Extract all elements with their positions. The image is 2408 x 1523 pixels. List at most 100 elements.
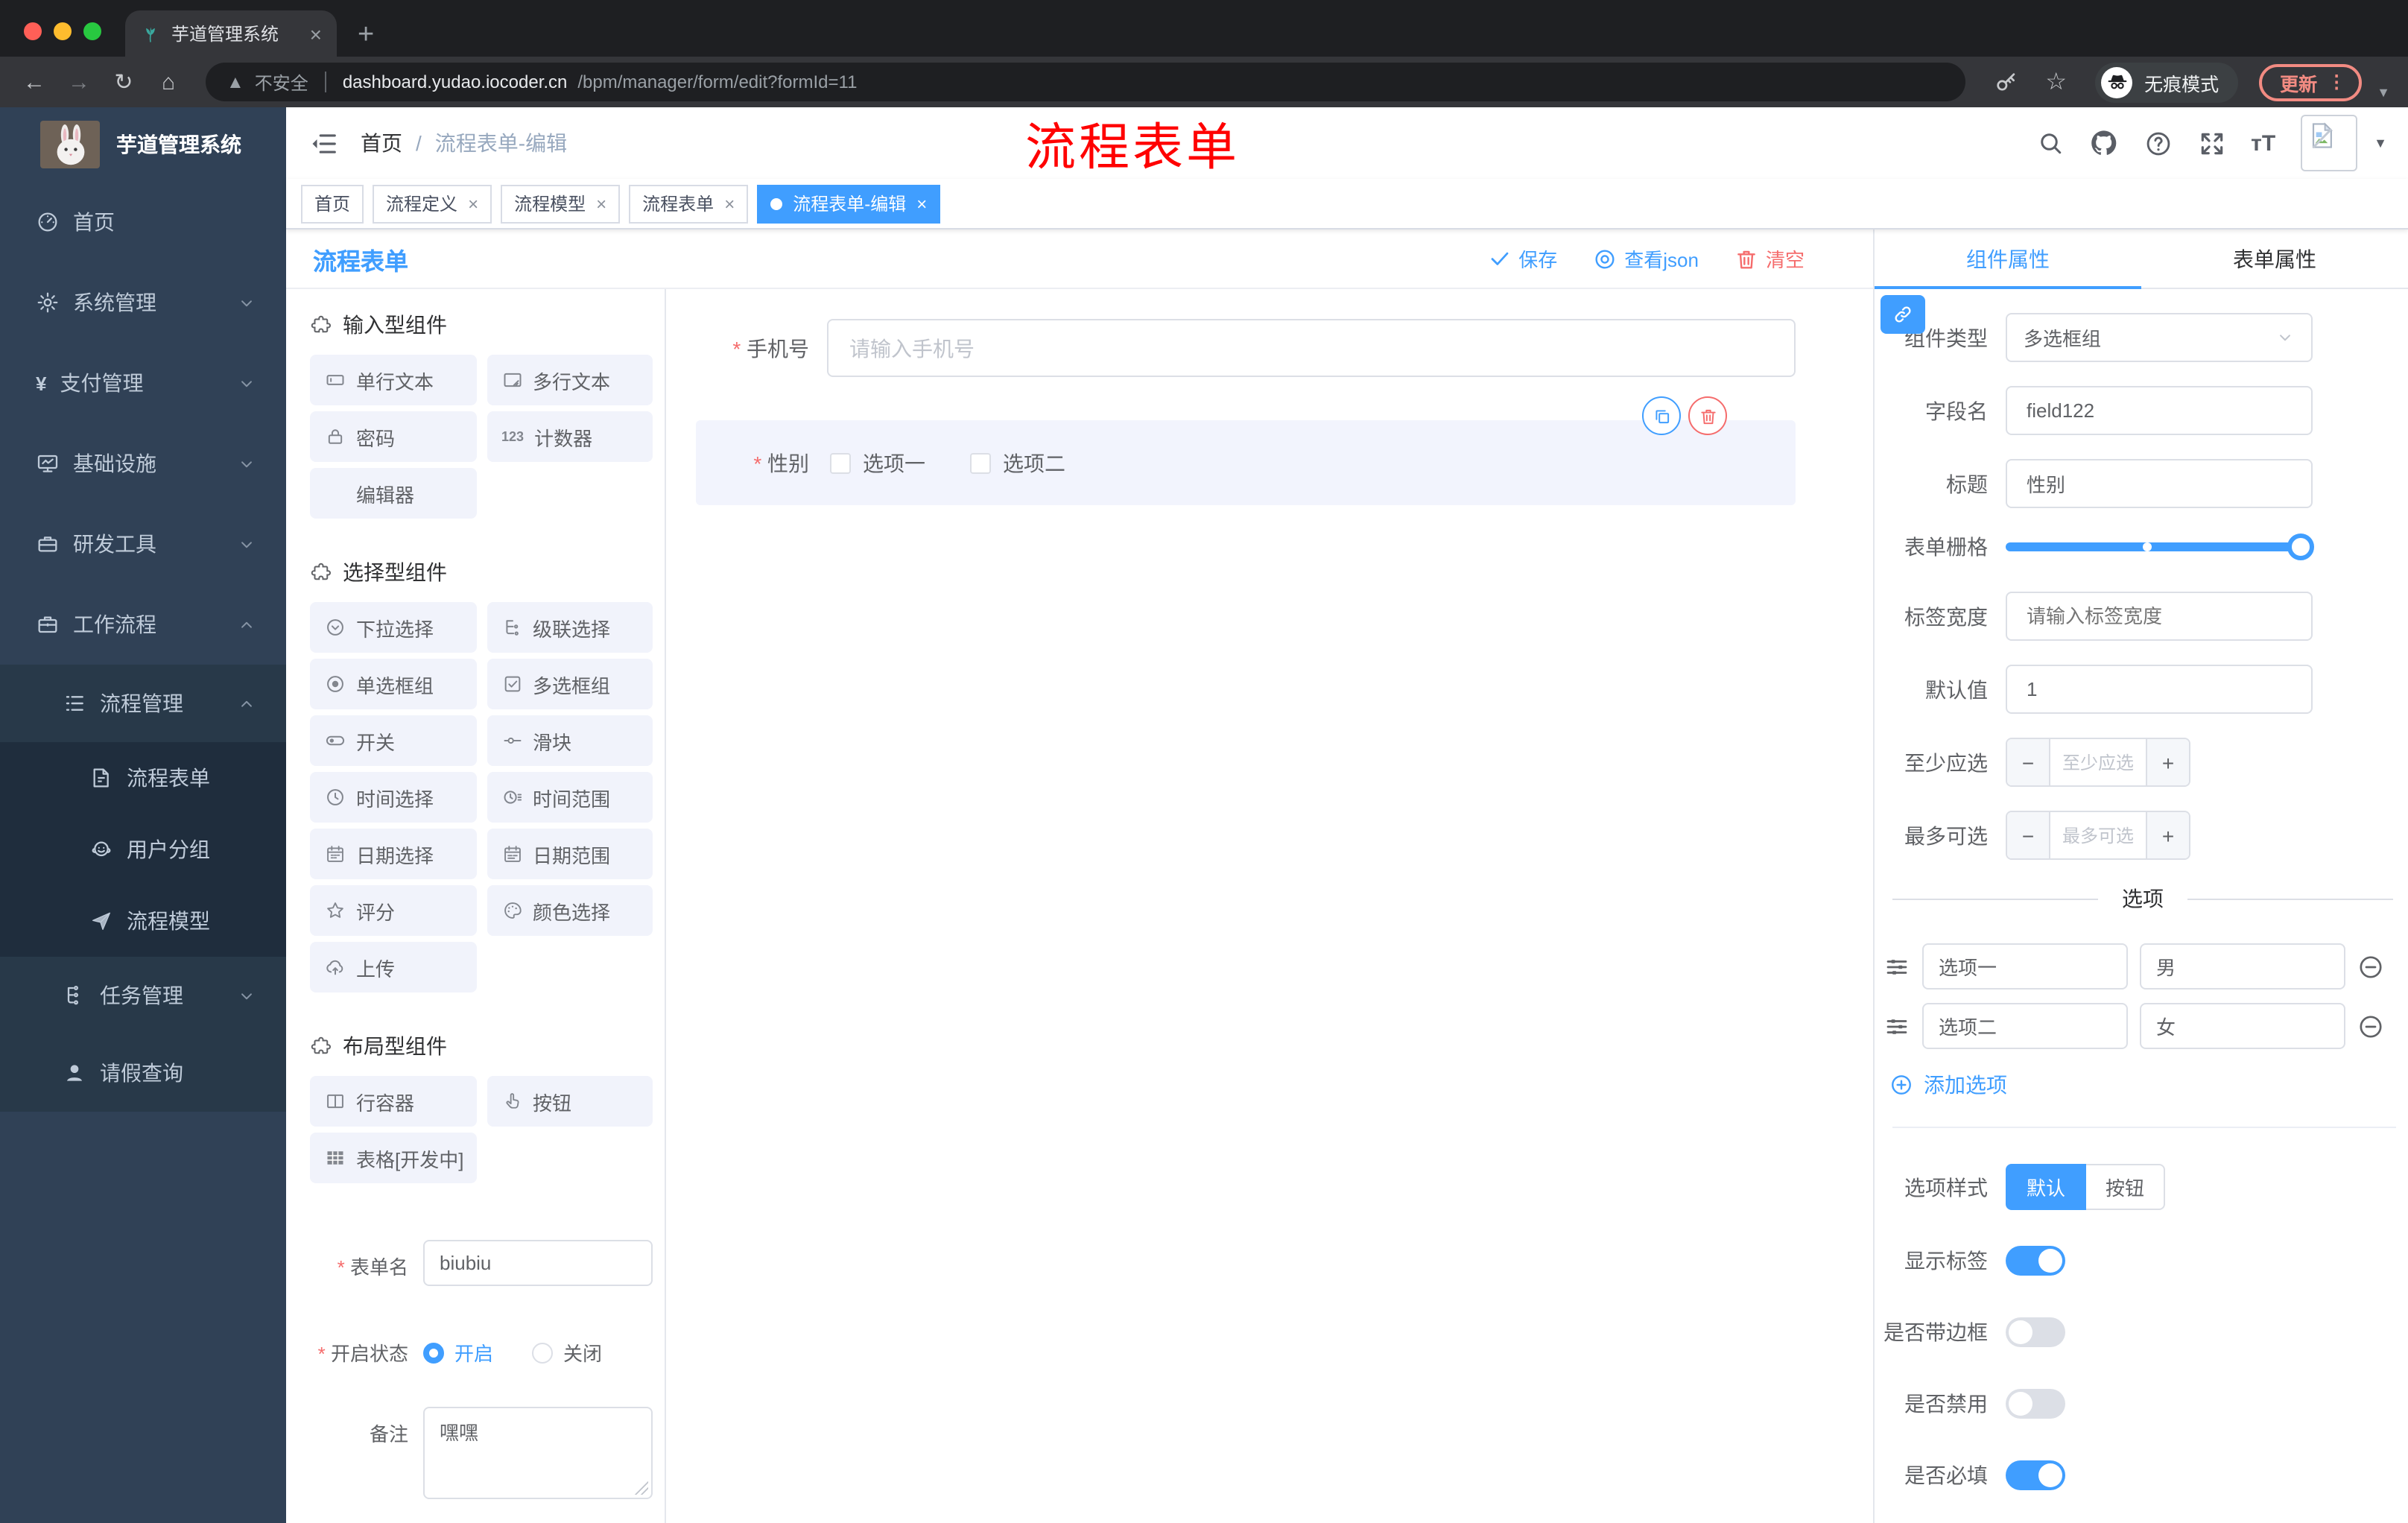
max-select-input[interactable]: 最多可选: [2050, 812, 2146, 858]
style-default-button[interactable]: 默认: [2006, 1164, 2087, 1210]
view-tab-流程定义[interactable]: 流程定义 ×: [373, 184, 492, 223]
forward-icon[interactable]: →: [60, 69, 98, 95]
component-type-select[interactable]: 多选框组: [2006, 313, 2313, 362]
sidebar-item-基础设施[interactable]: 基础设施: [0, 423, 286, 504]
app-logo[interactable]: 芋道管理系统: [0, 107, 286, 182]
option-value-input[interactable]: [2140, 1003, 2345, 1049]
decrease-button[interactable]: −: [2007, 739, 2050, 785]
view-tab-首页[interactable]: 首页: [301, 184, 364, 223]
toggle-on[interactable]: [2006, 1460, 2065, 1490]
option-value-input[interactable]: [2140, 943, 2345, 990]
component-滑块[interactable]: 滑块: [487, 715, 653, 766]
component-开关[interactable]: 开关: [310, 715, 476, 766]
title-input[interactable]: [2024, 471, 2295, 496]
sidebar-item-流程表单[interactable]: 流程表单: [0, 742, 286, 814]
sidebar-item-请假查询[interactable]: 请假查询: [0, 1034, 286, 1112]
grid-slider[interactable]: [2006, 533, 2314, 560]
checkbox-选项二[interactable]: 选项二: [970, 448, 1065, 478]
collapse-sidebar-icon[interactable]: [310, 129, 338, 157]
remark-textarea[interactable]: 嘿嘿: [423, 1407, 653, 1499]
sidebar-item-首页[interactable]: 首页: [0, 182, 286, 262]
component-按钮[interactable]: 按钮: [487, 1076, 653, 1127]
status-off-radio[interactable]: 关闭: [532, 1338, 602, 1367]
status-on-radio[interactable]: 开启: [423, 1338, 493, 1367]
component-单选框组[interactable]: 单选框组: [310, 659, 476, 709]
component-多行文本[interactable]: 多行文本: [487, 355, 653, 405]
browser-tab[interactable]: 芋道管理系统 ×: [125, 10, 337, 57]
help-icon[interactable]: [2144, 129, 2172, 157]
back-icon[interactable]: ←: [15, 69, 54, 95]
close-window-icon[interactable]: [24, 22, 42, 40]
sidebar-item-系统管理[interactable]: 系统管理: [0, 262, 286, 343]
component-日期选择[interactable]: 日期选择: [310, 829, 476, 879]
label-width-input[interactable]: [2024, 604, 2295, 629]
sidebar-item-用户分组[interactable]: 用户分组: [0, 814, 286, 885]
update-button[interactable]: 更新 ⋮: [2259, 63, 2363, 101]
component-密码[interactable]: 密码: [310, 411, 476, 462]
avatar-caret-icon[interactable]: ▼: [2374, 136, 2387, 151]
canvas-field-phone[interactable]: 手机号 请输入手机号: [696, 319, 1796, 377]
component-多选框组[interactable]: 多选框组: [487, 659, 653, 709]
option-label-input[interactable]: [1922, 1003, 2128, 1049]
tab-close-icon[interactable]: ×: [724, 194, 735, 212]
browser-menu-icon[interactable]: ⋮: [2328, 72, 2345, 92]
max-select-stepper[interactable]: − 最多可选 +: [2006, 811, 2190, 860]
chrome-caret-icon[interactable]: ▼: [2377, 85, 2390, 100]
remove-option-button[interactable]: [2357, 953, 2384, 980]
add-option-button[interactable]: 添加选项: [1889, 1070, 2408, 1100]
checkbox-icon[interactable]: [830, 452, 851, 473]
view-tab-流程表单[interactable]: 流程表单 ×: [629, 184, 749, 223]
tab-close-icon[interactable]: ×: [468, 194, 478, 212]
view-tab-流程表单-编辑[interactable]: 流程表单-编辑 ×: [757, 184, 941, 223]
component-计数器[interactable]: 123 计数器: [487, 411, 653, 462]
window-controls[interactable]: [24, 6, 125, 57]
toggle-off[interactable]: [2006, 1317, 2065, 1347]
component-行容器[interactable]: 行容器: [310, 1076, 476, 1127]
minimize-window-icon[interactable]: [54, 22, 72, 40]
sidebar-item-任务管理[interactable]: 任务管理: [0, 957, 286, 1034]
form-canvas[interactable]: 手机号 请输入手机号: [666, 289, 1873, 1523]
password-key-icon[interactable]: [1993, 69, 2018, 95]
view-tab-流程模型[interactable]: 流程模型 ×: [501, 184, 621, 223]
sidebar-item-研发工具[interactable]: 研发工具: [0, 504, 286, 584]
view-json-button[interactable]: 查看json: [1593, 244, 1699, 273]
resize-grip-icon[interactable]: [635, 1481, 648, 1495]
slider-handle[interactable]: [2287, 533, 2314, 560]
component-级联选择[interactable]: 级联选择: [487, 602, 653, 653]
field-name-input[interactable]: [2024, 398, 2295, 423]
remove-option-button[interactable]: [2357, 1013, 2384, 1039]
form-name-input[interactable]: [423, 1240, 653, 1286]
search-icon[interactable]: [2036, 130, 2063, 156]
delete-component-button[interactable]: [1688, 396, 1727, 435]
decrease-button[interactable]: −: [2007, 812, 2050, 858]
style-button-button[interactable]: 按钮: [2086, 1164, 2166, 1210]
checkbox-选项一[interactable]: 选项一: [830, 448, 925, 478]
component-单行文本[interactable]: 单行文本: [310, 355, 476, 405]
component-颜色选择[interactable]: 颜色选择: [487, 885, 653, 936]
tab-component-props[interactable]: 组件属性: [1875, 229, 2141, 289]
fullscreen-icon[interactable]: [2197, 129, 2225, 157]
sidebar-item-流程管理[interactable]: 流程管理: [0, 665, 286, 742]
component-时间范围[interactable]: 时间范围: [487, 772, 653, 823]
github-icon[interactable]: [2088, 128, 2118, 158]
phone-input[interactable]: 请输入手机号: [827, 319, 1796, 377]
tab-close-icon[interactable]: ×: [310, 23, 322, 44]
duplicate-component-button[interactable]: [1642, 396, 1681, 435]
tab-close-icon[interactable]: ×: [916, 194, 927, 212]
save-button[interactable]: 保存: [1489, 244, 1557, 273]
font-size-icon[interactable]: ᴛT: [2251, 132, 2275, 154]
home-icon[interactable]: ⌂: [149, 69, 188, 95]
avatar[interactable]: [2301, 115, 2358, 171]
data-binding-tag[interactable]: [1881, 295, 1925, 334]
address-bar[interactable]: ▲ 不安全 dashboard.yudao.iocoder.cn/bpm/man…: [206, 63, 1965, 101]
component-时间选择[interactable]: 时间选择: [310, 772, 476, 823]
clear-button[interactable]: 清空: [1734, 244, 1805, 273]
option-label-input[interactable]: [1922, 943, 2128, 990]
component-评分[interactable]: 评分: [310, 885, 476, 936]
maximize-window-icon[interactable]: [83, 22, 101, 40]
reload-icon[interactable]: ↻: [104, 69, 143, 95]
toggle-on[interactable]: [2006, 1246, 2065, 1276]
checkbox-icon[interactable]: [970, 452, 991, 473]
component-上传[interactable]: 上传: [310, 942, 476, 992]
canvas-field-gender-selected[interactable]: 性别 选项一 选项二: [696, 396, 1796, 505]
